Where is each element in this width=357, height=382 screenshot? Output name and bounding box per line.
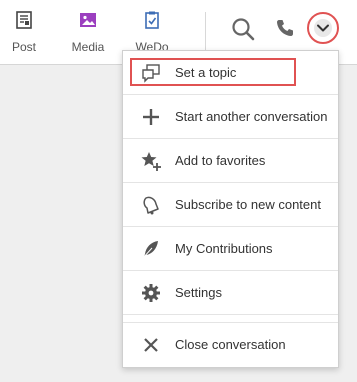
- gear-icon: [140, 282, 162, 304]
- post-button[interactable]: Post: [0, 0, 48, 64]
- post-icon: [14, 10, 34, 33]
- media-label: Media: [71, 40, 105, 54]
- media-button[interactable]: Media: [64, 0, 112, 64]
- menu-item-close-conversation[interactable]: Close conversation: [123, 322, 338, 366]
- bell-icon: [140, 194, 162, 216]
- menu-item-my-contributions[interactable]: My Contributions: [123, 227, 338, 271]
- phone-icon[interactable]: [274, 17, 296, 44]
- menu-item-subscribe[interactable]: Subscribe to new content: [123, 183, 338, 227]
- conversation-options-menu: Set a topic Start another conversation A…: [122, 50, 339, 368]
- post-label: Post: [11, 40, 36, 54]
- toolbar-divider: [205, 12, 206, 52]
- menu-item-label: Close conversation: [175, 337, 286, 352]
- search-icon[interactable]: [230, 16, 256, 47]
- image-icon: [78, 10, 98, 33]
- more-options-button[interactable]: [307, 12, 339, 44]
- clipboard-check-icon: [142, 10, 162, 33]
- star-plus-icon: [140, 150, 162, 172]
- close-icon: [140, 334, 162, 356]
- menu-item-set-topic[interactable]: Set a topic: [123, 51, 338, 95]
- menu-item-label: My Contributions: [175, 241, 273, 256]
- menu-item-start-conversation[interactable]: Start another conversation: [123, 95, 338, 139]
- menu-item-settings[interactable]: Settings: [123, 271, 338, 315]
- menu-item-add-favorites[interactable]: Add to favorites: [123, 139, 338, 183]
- menu-item-label: Settings: [175, 285, 222, 300]
- menu-item-label: Subscribe to new content: [175, 197, 321, 212]
- menu-item-label: Add to favorites: [175, 153, 266, 168]
- feather-icon: [140, 238, 162, 260]
- menu-item-label: Start another conversation: [175, 109, 328, 124]
- highlight-box: [130, 58, 296, 86]
- plus-icon: [140, 106, 162, 128]
- chevron-down-icon: [314, 19, 332, 37]
